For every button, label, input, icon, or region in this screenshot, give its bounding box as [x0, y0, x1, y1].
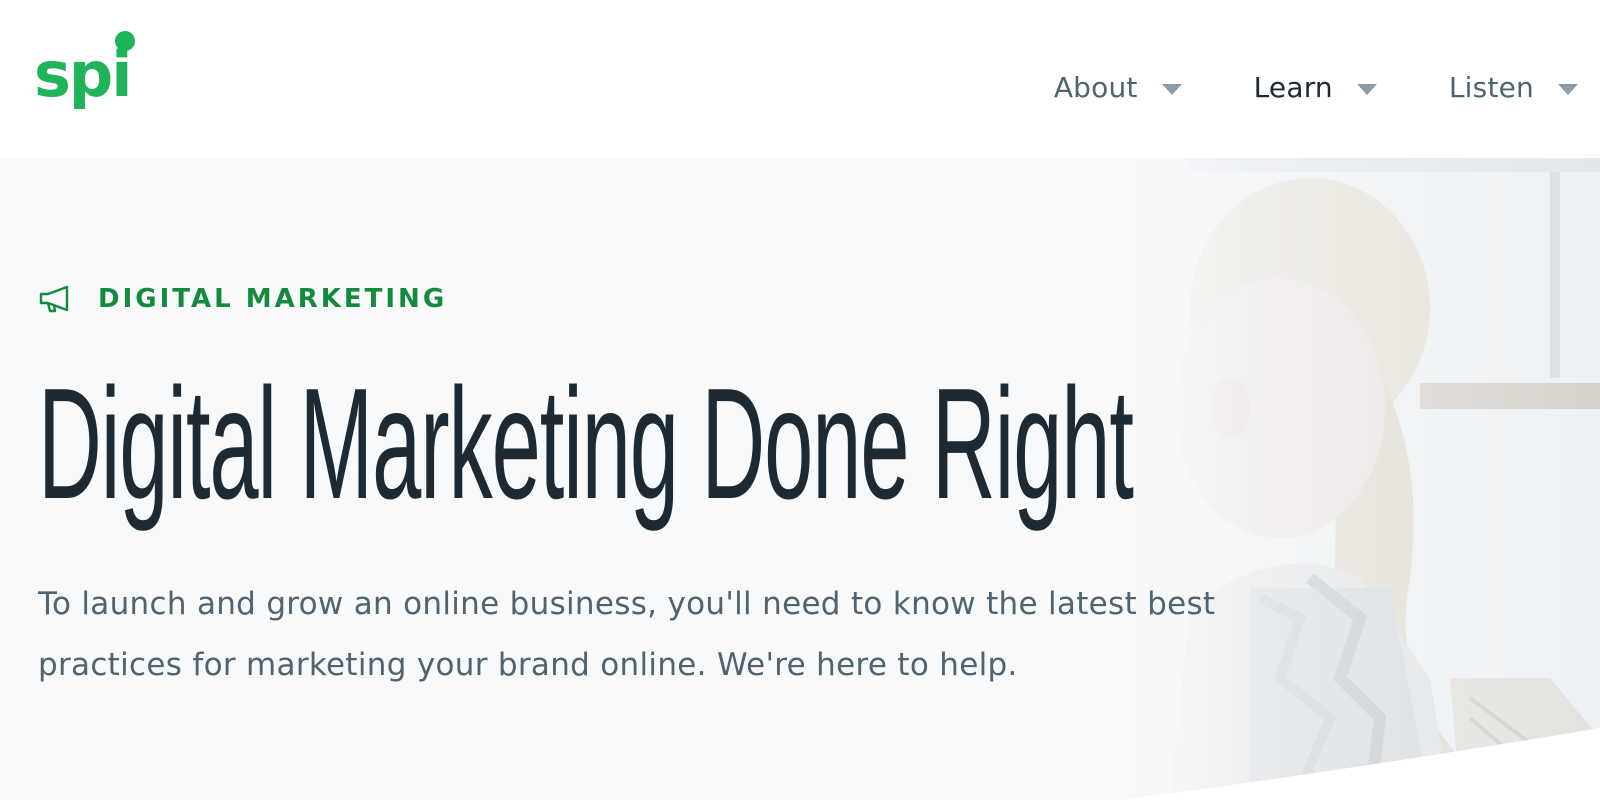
spi-logo[interactable]: spi	[34, 26, 144, 112]
megaphone-icon	[39, 285, 69, 313]
hero-bottom-curve	[0, 728, 1600, 800]
page-title: Digital Marketing Done Right	[38, 356, 1134, 532]
category-tag[interactable]: DIGITAL MARKETING	[38, 284, 447, 314]
site-header: spi About Learn Listen	[0, 0, 1600, 158]
hero-section: DIGITAL MARKETING Digital Marketing Done…	[0, 158, 1600, 800]
page: spi About Learn Listen DIGITAL MARKETING…	[0, 0, 1600, 800]
nav-item-listen[interactable]: Listen	[1449, 71, 1600, 104]
chevron-down-icon	[1558, 83, 1578, 95]
nav-item-learn[interactable]: Learn	[1254, 71, 1377, 104]
chevron-down-icon	[1161, 83, 1182, 95]
nav-item-label: Learn	[1253, 70, 1333, 104]
nav-item-label: About	[1053, 70, 1138, 104]
hero-background-photo	[1130, 158, 1600, 800]
nav-item-label: Listen	[1448, 70, 1534, 104]
svg-text:spi: spi	[34, 38, 131, 111]
category-label: DIGITAL MARKETING	[98, 284, 448, 314]
hero-description: To launch and grow an online business, y…	[38, 586, 1216, 683]
main-nav: About Learn Listen	[1054, 62, 1600, 112]
nav-item-about[interactable]: About	[1054, 71, 1182, 104]
chevron-down-icon	[1356, 83, 1377, 95]
